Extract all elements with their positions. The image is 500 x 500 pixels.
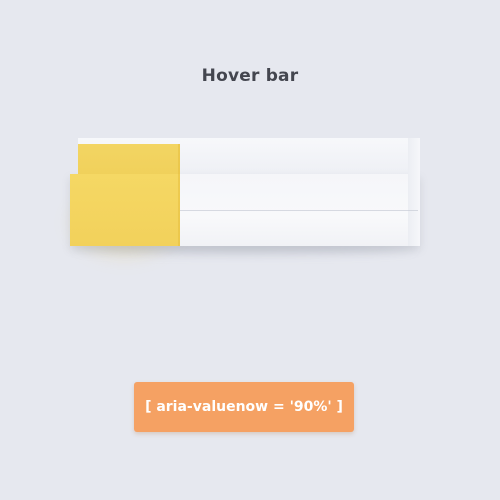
progress-bar[interactable] — [60, 138, 420, 268]
progress-fill-top-face — [78, 144, 180, 178]
progress-fill-edge — [178, 144, 180, 246]
progress-fill-front-face — [70, 174, 180, 246]
page-title: Hover bar — [201, 66, 299, 86]
demo-stage: Hover bar [ aria-valuenow = '90%' ] — [0, 0, 500, 500]
progress-track — [70, 138, 420, 252]
progress-track-end-face — [408, 138, 420, 246]
progress-track-edge-line — [180, 210, 418, 211]
aria-value-button[interactable]: [ aria-valuenow = '90%' ] — [134, 382, 354, 432]
progress-fill — [70, 138, 180, 252]
